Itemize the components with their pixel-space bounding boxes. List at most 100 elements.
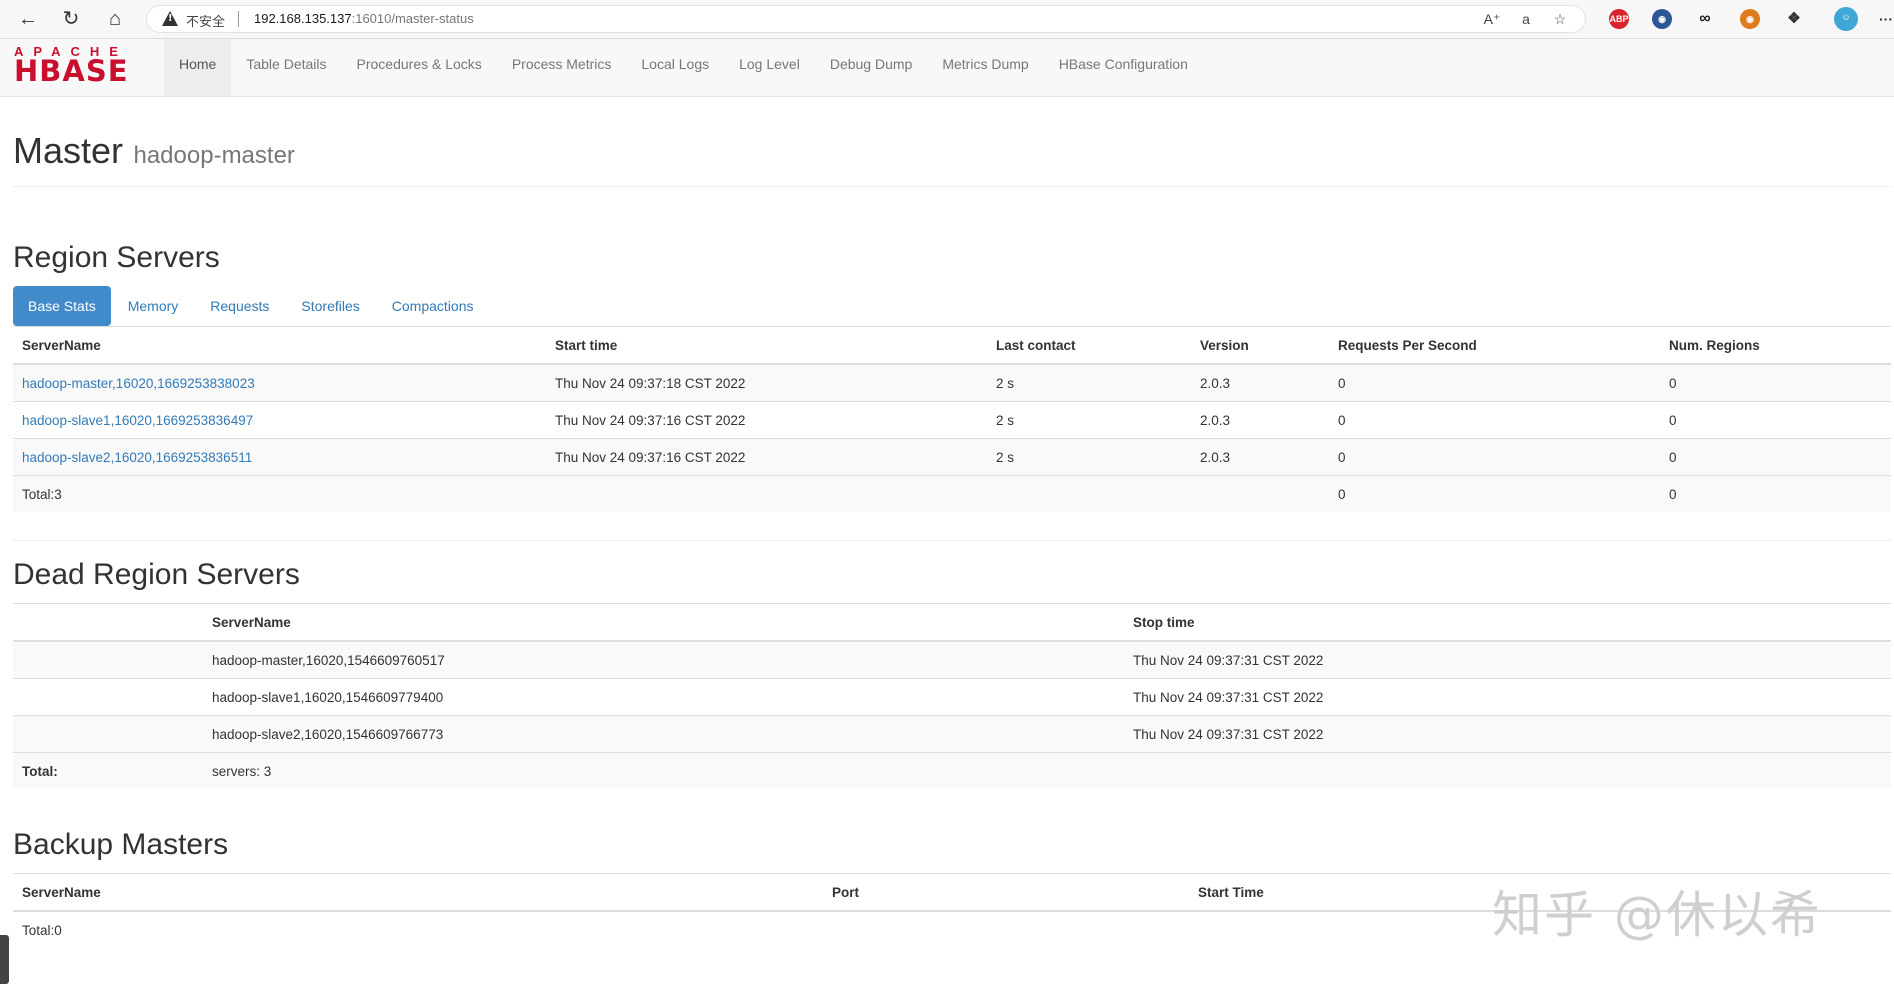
table-cell: 0 [1660,401,1891,439]
table-cell: Thu Nov 24 09:37:31 CST 2022 [1124,640,1891,679]
nav-debug-dump[interactable]: Debug Dump [815,39,928,96]
dead-region-servers-title: Dead Region Servers [13,558,300,591]
translate-icon[interactable]: а [1516,9,1536,29]
nav-table-details[interactable]: Table Details [231,39,341,96]
table-cell: 0 [1660,363,1891,402]
table-cell: hadoop-slave1,16020,1546609779400 [203,678,1124,716]
puzzle-icon[interactable]: ❖ [1784,9,1804,29]
page-subtitle: hadoop-master [133,142,295,169]
table-header-row: ServerName Start time Last contact Versi… [13,326,1891,365]
backup-masters-title: Backup Masters [13,828,229,861]
table-row: hadoop-slave1,16020,1669253836497 Thu No… [13,401,1891,439]
region-servers-tabs: Base Stats Memory Requests Storefiles Co… [13,286,490,326]
favorite-icon[interactable]: ☆ [1550,9,1570,29]
address-bar[interactable]: 不安全 192.168.135.137:16010/master-status … [146,5,1586,33]
url-path: :16010/master-status [351,11,474,26]
profile-icon[interactable]: ☺ [1834,7,1858,31]
table-cell: 2.0.3 [1191,438,1329,476]
extension-icon[interactable]: ◉ [1652,9,1672,29]
table-cell: 2 s [987,438,1191,476]
server-link[interactable]: hadoop-slave2,16020,1669253836511 [22,450,252,465]
tab-compactions[interactable]: Compactions [377,286,489,326]
table-cell: Thu Nov 24 09:37:31 CST 2022 [1124,678,1891,716]
total-value: servers: 3 [203,752,1124,789]
dead-region-servers-table: ServerName Stop time hadoop-master,16020… [13,603,1891,789]
table-cell: 0 [1329,401,1660,439]
region-servers-table: ServerName Start time Last contact Versi… [13,326,1891,512]
refresh-icon[interactable]: ↻ [59,7,83,31]
tab-requests[interactable]: Requests [195,286,284,326]
table-cell: 2.0.3 [1191,363,1329,402]
nav-log-level[interactable]: Log Level [724,39,815,96]
tab-memory[interactable]: Memory [113,286,194,326]
url-text[interactable]: 192.168.135.137:16010/master-status [254,11,474,26]
table-cell: Thu Nov 24 09:37:16 CST 2022 [546,438,987,476]
total-label: Total:0 [13,910,823,948]
total-label: Total:3 [13,475,546,512]
address-separator [238,11,239,27]
total-rps: 0 [1329,475,1660,512]
table-header-row: ServerName Stop time [13,603,1891,642]
column-header[interactable]: Requests Per Second [1329,326,1660,365]
table-cell: 0 [1329,438,1660,476]
back-icon[interactable]: ← [16,7,40,31]
server-link[interactable]: hadoop-slave1,16020,1669253836497 [22,413,253,428]
nav-local-logs[interactable]: Local Logs [626,39,724,96]
table-row: hadoop-master,16020,1669253838023 Thu No… [13,363,1891,402]
read-aloud-icon[interactable]: A⁺ [1482,9,1502,29]
nav-procedures-locks[interactable]: Procedures & Locks [342,39,497,96]
tab-storefiles[interactable]: Storefiles [286,286,374,326]
insecure-label: 不安全 [186,15,226,30]
watermark-text: 知乎 @休以希 [1492,886,1822,944]
table-cell: 0 [1329,363,1660,402]
infinity-icon[interactable]: ∞ [1695,9,1715,29]
nav-home[interactable]: Home [164,39,232,96]
column-header[interactable]: Stop time [1124,603,1891,642]
total-row: Total:3 0 0 [13,475,1891,512]
tiger-icon[interactable]: ◉ [1740,9,1760,29]
page-title: Master [13,130,124,171]
table-row: hadoop-slave1,16020,1546609779400 Thu No… [13,678,1891,716]
table-cell: 2 s [987,363,1191,402]
nav-hbase-configuration[interactable]: HBase Configuration [1044,39,1203,96]
total-regions: 0 [1660,475,1891,512]
nav-links: Home Table Details Procedures & Locks Pr… [164,39,1203,96]
warning-icon [162,11,178,26]
column-header[interactable]: Num. Regions [1660,326,1891,365]
column-header[interactable]: ServerName [13,873,823,912]
column-header[interactable]: Version [1191,326,1329,365]
home-icon[interactable]: ⌂ [103,7,127,31]
column-header[interactable]: Port [823,873,1189,912]
nav-metrics-dump[interactable]: Metrics Dump [927,39,1043,96]
total-row: Total: servers: 3 [13,752,1891,789]
taskbar-edge [0,935,9,984]
table-cell: 2 s [987,401,1191,439]
column-header[interactable]: Start time [546,326,987,365]
hbase-navbar: APACHE HBASE Home Table Details Procedur… [0,39,1894,97]
table-cell: 0 [1660,438,1891,476]
region-servers-title: Region Servers [13,241,220,274]
table-cell: hadoop-master,16020,1546609760517 [203,640,1124,679]
column-header[interactable]: ServerName [13,326,546,365]
tab-base-stats[interactable]: Base Stats [13,286,111,326]
table-cell: hadoop-slave2,16020,1546609766773 [203,715,1124,753]
abp-icon[interactable]: ABP [1609,9,1629,29]
url-host: 192.168.135.137 [254,11,352,26]
total-label: Total: [13,752,203,789]
table-cell: Thu Nov 24 09:37:18 CST 2022 [546,363,987,402]
nav-process-metrics[interactable]: Process Metrics [497,39,627,96]
logo-hbase-text: HBASE [14,54,129,88]
table-cell: 2.0.3 [1191,401,1329,439]
table-row: hadoop-slave2,16020,1669253836511 Thu No… [13,438,1891,476]
table-row: hadoop-master,16020,1546609760517 Thu No… [13,640,1891,679]
table-row: hadoop-slave2,16020,1546609766773 Thu No… [13,715,1891,753]
table-cell: Thu Nov 24 09:37:16 CST 2022 [546,401,987,439]
more-icon[interactable]: ··· [1876,9,1894,29]
column-header[interactable]: Last contact [987,326,1191,365]
page-header: Master hadoop-master [13,130,1891,187]
server-link[interactable]: hadoop-master,16020,1669253838023 [22,376,255,391]
hbase-logo[interactable]: APACHE HBASE [14,45,150,88]
section-divider [13,540,1891,541]
browser-toolbar: ← ↻ ⌂ 不安全 192.168.135.137:16010/master-s… [0,0,1894,39]
column-header[interactable]: ServerName [203,603,1124,642]
